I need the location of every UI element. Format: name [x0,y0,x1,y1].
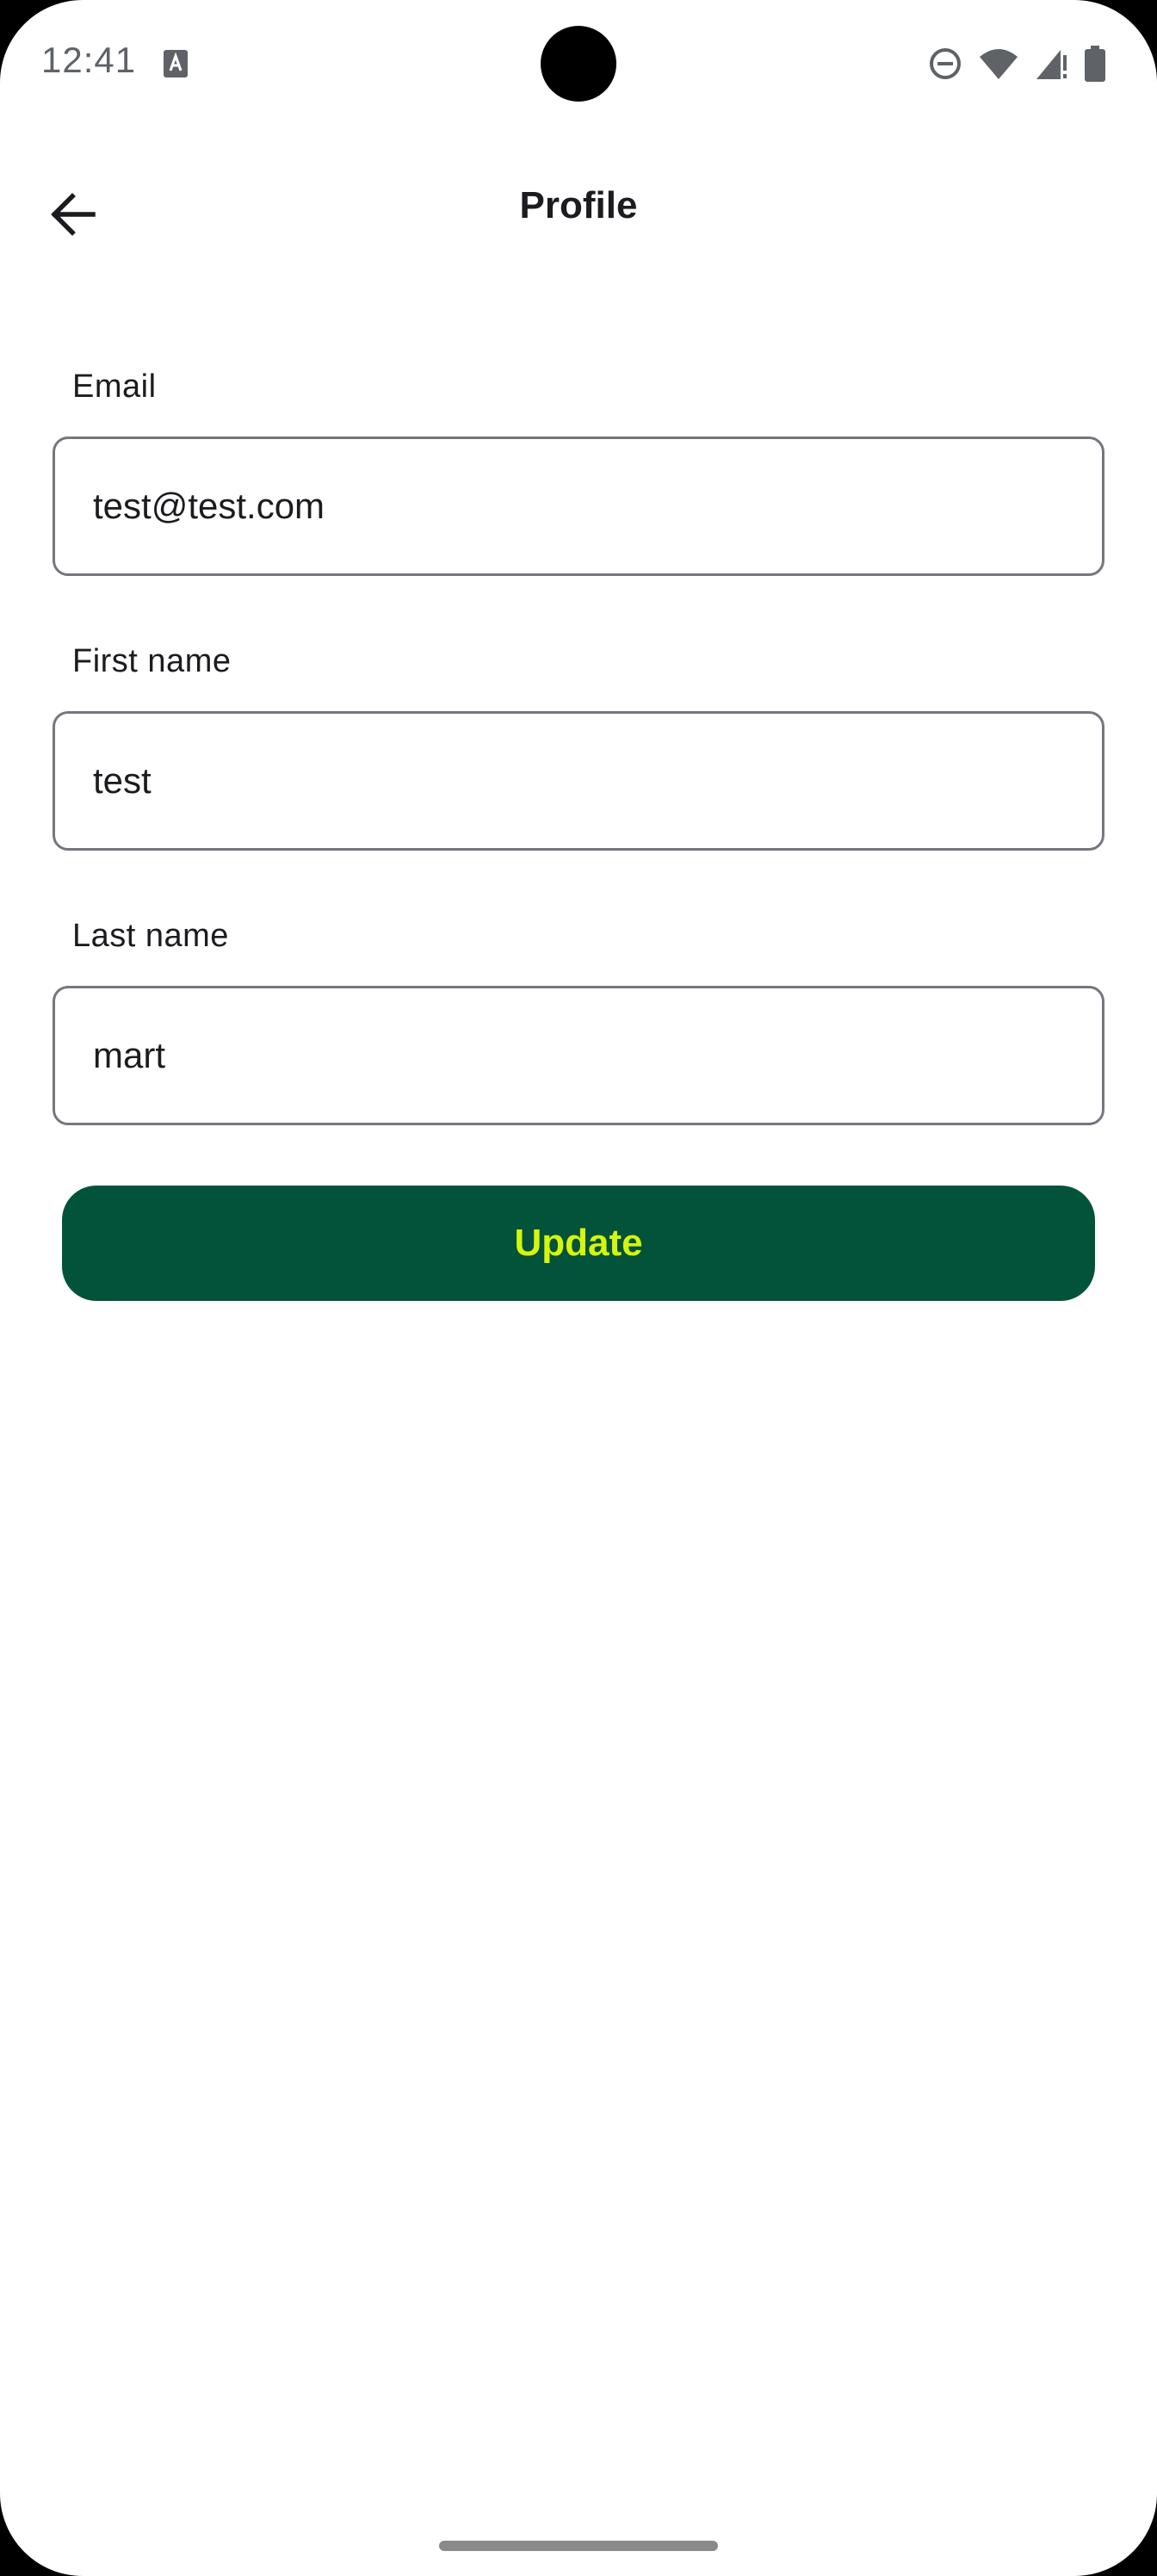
do-not-disturb-icon [930,48,961,79]
top-app-bar: Profile [0,164,1157,258]
wifi-icon [980,49,1018,79]
keyboard-a-icon [164,50,188,77]
arrow-back-icon [51,193,96,236]
email-input[interactable] [93,439,1057,573]
back-button[interactable] [34,176,112,253]
status-time: 12:41 [41,40,137,80]
home-indicator[interactable] [439,2541,718,2551]
status-icons [928,45,1105,83]
last-name-input[interactable] [93,988,1057,1123]
last-name-label: Last name [72,918,229,954]
cell-signal-icon [1036,50,1067,79]
battery-icon [1085,46,1105,82]
profile-screen: 12:41 Profile Email test@test.com First … [0,0,1157,2576]
status-bar: 12:41 [0,0,1157,129]
update-button[interactable]: Update [62,1186,1095,1301]
first-name-input[interactable] [93,714,1057,848]
last-name-field[interactable] [53,986,1104,1125]
first-name-field[interactable] [53,711,1104,851]
first-name-label: First name [72,643,232,679]
email-label: Email [72,368,157,405]
camera-cutout [541,26,616,102]
page-title: Profile [519,184,638,226]
email-field[interactable] [53,437,1104,576]
